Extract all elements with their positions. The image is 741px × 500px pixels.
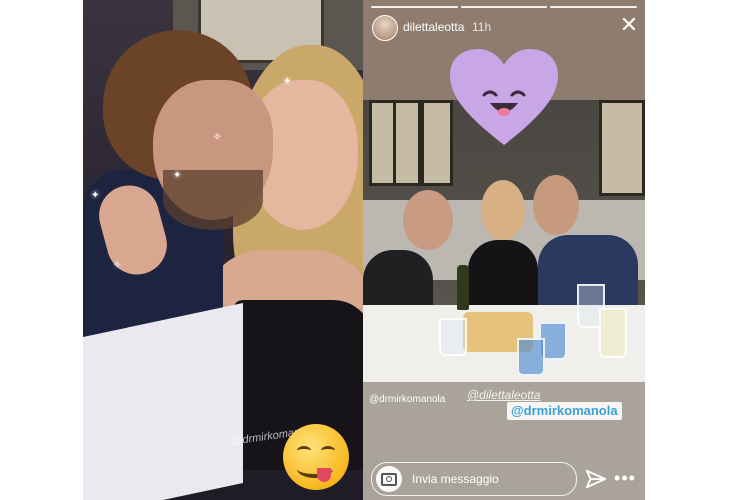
send-glyph [585, 469, 607, 489]
person-center-face [481, 180, 525, 240]
progress-segment [371, 6, 458, 8]
sparkle-icon: ✦ [91, 190, 100, 201]
tongue-out-face-emoji-sticker [283, 424, 349, 490]
person-right-face [533, 175, 579, 235]
more-dots-icon[interactable]: ••• [613, 466, 637, 490]
sparkle-icon: ✧ [113, 260, 122, 271]
smiling-heart-sticker [450, 49, 558, 145]
right-story-panel[interactable]: dilettaleotta 11h ✕ @drmirkomanola @dile… [363, 0, 645, 500]
story-username[interactable]: dilettaleotta [403, 20, 464, 34]
story-timestamp: 11h [472, 20, 492, 34]
sparkle-icon: ✦ [173, 170, 182, 181]
camera-icon[interactable] [376, 466, 402, 492]
camera-glyph [381, 472, 397, 486]
mention-tag-handwriting[interactable]: @dilettaleotta [467, 388, 541, 402]
reply-field[interactable]: Invia messaggio [371, 462, 577, 496]
reply-placeholder[interactable]: Invia messaggio [412, 472, 499, 486]
send-icon[interactable] [585, 468, 607, 490]
water-glass [439, 318, 467, 356]
person-left-face [403, 190, 453, 250]
emoji-eye [297, 446, 311, 455]
avatar[interactable] [372, 15, 398, 41]
wall-frame [393, 100, 421, 186]
wine-bottle [457, 265, 469, 310]
heart-shape [450, 49, 558, 145]
mention-tag-small[interactable]: @drmirkomanola [369, 394, 445, 405]
white-wine-glass [599, 308, 627, 358]
heart-tongue [498, 108, 510, 116]
emoji-tongue [317, 468, 331, 482]
progress-segment [460, 6, 548, 8]
emoji-eye [321, 446, 335, 455]
mention-sticker[interactable]: @drmirkomanola [507, 402, 622, 420]
story-progress-bar [371, 6, 638, 8]
sparkle-icon: ✦ [283, 76, 292, 87]
progress-segment [550, 6, 638, 8]
white-table [83, 302, 243, 500]
blue-glass [517, 338, 545, 376]
sparkle-icon: ✧ [213, 132, 222, 143]
left-story-panel: ✦ ✧ ✦ ✧ ✦ @drmirkomanola [83, 0, 363, 500]
wall-frame [599, 100, 645, 196]
close-icon[interactable]: ✕ [617, 14, 641, 38]
